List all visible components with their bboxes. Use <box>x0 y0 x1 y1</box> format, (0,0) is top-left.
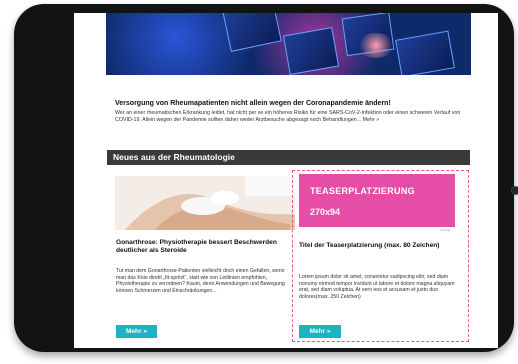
tablet-frame: Versorgung von Rheumapatienten nicht all… <box>14 4 518 352</box>
article-title[interactable]: Gonarthrose: Physiotherapie bessert Besc… <box>116 239 298 255</box>
section-heading: Neues aus der Rheumatologie <box>107 150 470 165</box>
teaser-ad-banner[interactable]: TEASERPLATZIERUNG 270x94 <box>299 174 455 227</box>
ad-label: Anzeige <box>440 228 451 232</box>
teaser-article-more-link[interactable]: Mehr » <box>363 117 380 123</box>
article-image[interactable] <box>115 176 295 230</box>
knee-therapy-photo <box>115 176 295 230</box>
newsletter-screen: Versorgung von Rheumapatienten nicht all… <box>74 13 498 348</box>
teaser-more-button[interactable]: Mehr » <box>299 325 341 338</box>
article-more-button[interactable]: Mehr » <box>116 325 157 338</box>
teaser-title[interactable]: Titel der Teaserplatzierung (max. 80 Zei… <box>299 242 459 250</box>
teaser-article-body-text: Wer an einer rheumatischen Erkrankung le… <box>115 110 461 123</box>
teaser-ad-line1: TEASERPLATZIERUNG <box>310 186 415 196</box>
teaser-ad-line2: 270x94 <box>310 207 341 217</box>
teaser-article-headline[interactable]: Versorgung von Rheumapatienten nicht all… <box>115 100 470 107</box>
teaser-article-body: Wer an einer rheumatischen Erkrankung le… <box>115 110 470 123</box>
hero-image <box>106 13 471 75</box>
camera-icon <box>511 186 518 195</box>
article-body: Tut man dem Gonarthrose-Patienten vielle… <box>116 268 285 294</box>
teaser-body: Lorem ipsum dolor sit amet, consetetur s… <box>299 274 455 300</box>
